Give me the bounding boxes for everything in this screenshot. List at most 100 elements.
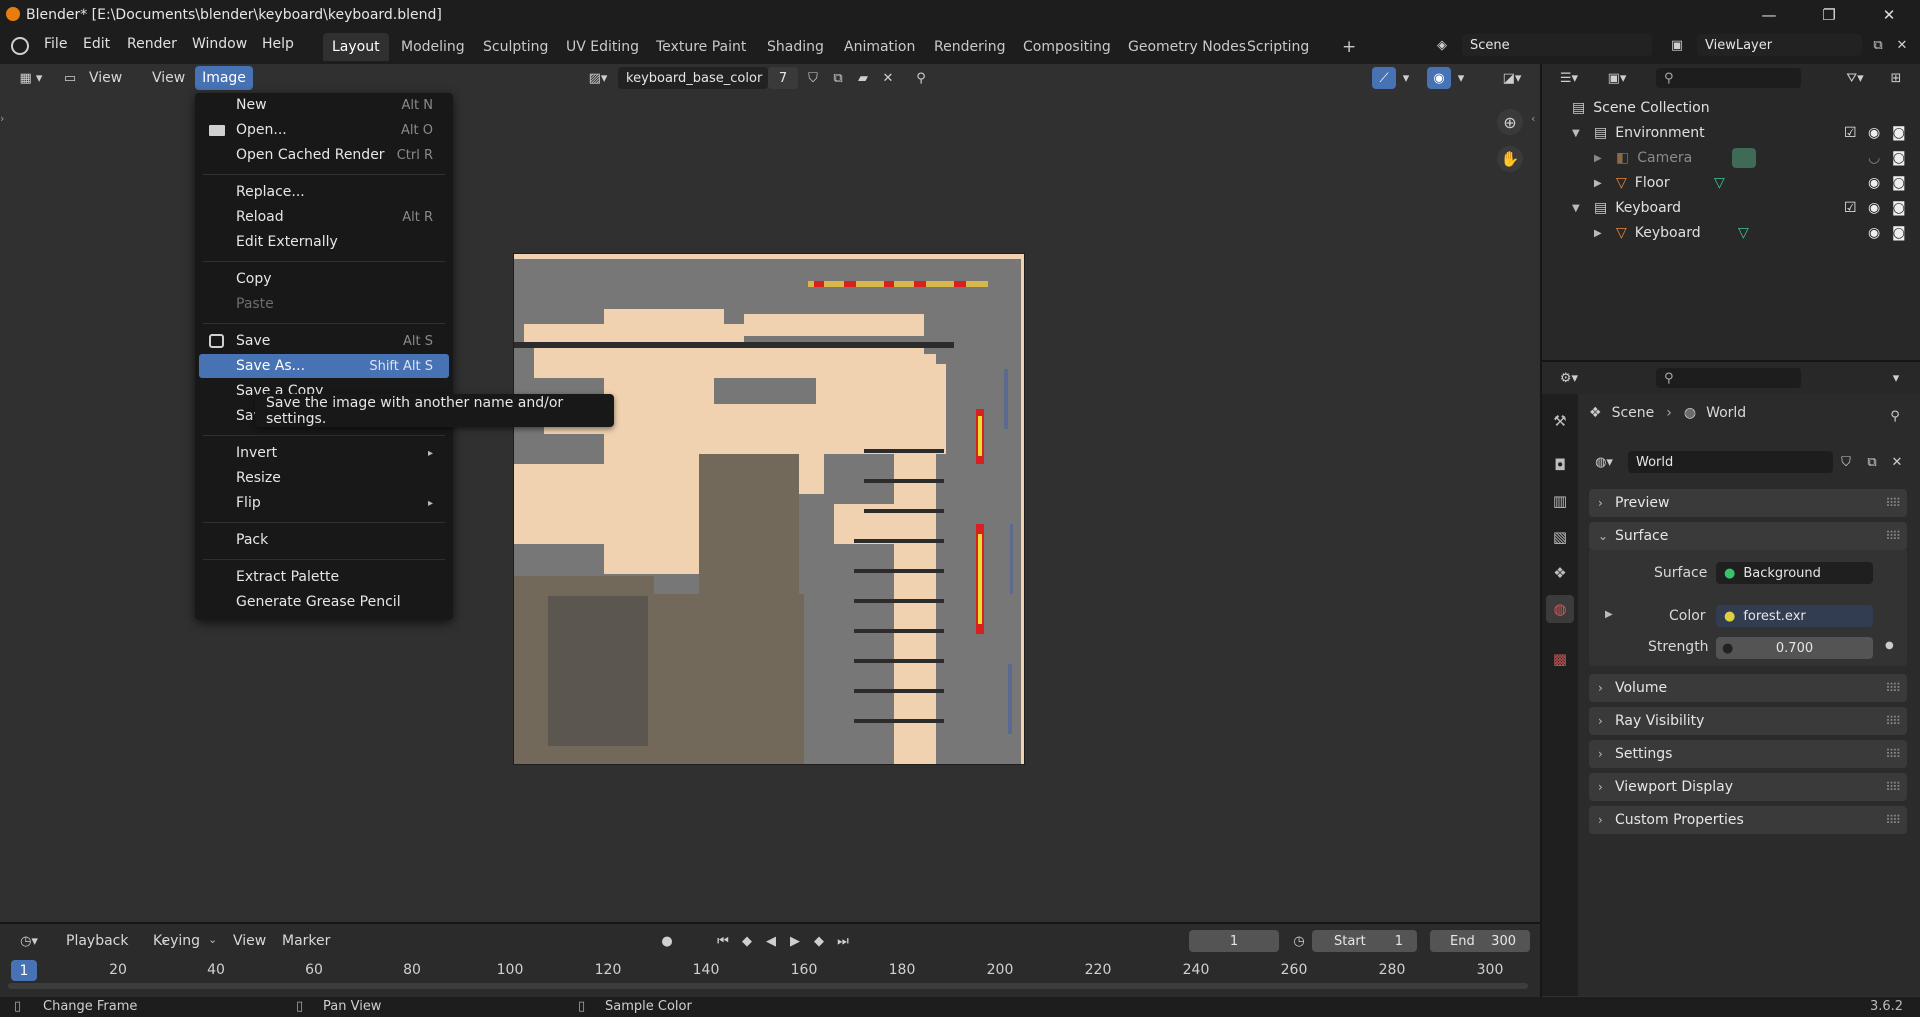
display-mode-dropdown[interactable]: ▣▾ — [1600, 67, 1634, 89]
unlink-world-button[interactable]: ✕ — [1885, 451, 1909, 473]
close-button[interactable]: ✕ — [1866, 0, 1912, 30]
menu-item-new[interactable]: New Alt N — [195, 93, 453, 117]
new-view-layer-button[interactable]: ⧉ — [1866, 34, 1890, 56]
expand-arrow-icon[interactable]: ▶ — [1605, 609, 1613, 620]
start-frame-input[interactable]: Start 1 — [1312, 930, 1417, 952]
scene-icon[interactable]: ❖ — [1546, 559, 1574, 587]
drag-grip-icon[interactable]: ⠿⠿ — [1885, 496, 1901, 510]
maximize-button[interactable]: ❐ — [1806, 0, 1852, 30]
menu-item-reload[interactable]: Reload Alt R — [195, 205, 453, 229]
menu-item-invert[interactable]: Invert ▸ — [195, 441, 453, 465]
scene-selector[interactable]: Scene — [1462, 34, 1652, 56]
menu-item-edit-externally[interactable]: Edit Externally — [195, 230, 453, 254]
panel-ray-visibility[interactable]: › Ray Visibility ⠿⠿ — [1589, 707, 1907, 735]
tab-rendering[interactable]: Rendering — [925, 33, 1015, 61]
tab-compositing[interactable]: Compositing — [1014, 33, 1120, 61]
eye-hidden-icon[interactable]: ◡ — [1868, 150, 1880, 166]
panel-surface[interactable]: ⌄ Surface ⠿⠿ — [1589, 522, 1907, 550]
filter-icon[interactable]: ⛛▾ — [1838, 67, 1872, 89]
open-image-folder-icon[interactable]: ▰ — [851, 67, 875, 89]
tab-texture-paint[interactable]: Texture Paint — [647, 33, 755, 61]
overlay-dropdown[interactable]: ▾ — [1453, 67, 1469, 89]
menu-item-replace[interactable]: Replace... — [195, 180, 453, 204]
unlink-image-button[interactable]: ✕ — [876, 67, 900, 89]
outliner-row-scene-collection[interactable]: ▤ Scene Collection — [1572, 96, 1710, 120]
toolbar-expand-arrow[interactable]: › — [0, 112, 4, 125]
eye-icon[interactable]: ◉ — [1868, 225, 1880, 241]
color-texture-field[interactable]: ● forest.exr — [1716, 605, 1873, 627]
jump-to-end-icon[interactable]: ⏭ — [831, 930, 855, 952]
tab-scripting[interactable]: Scripting — [1238, 33, 1318, 61]
world-browse-button[interactable]: ◍▾ — [1589, 451, 1619, 473]
panel-preview[interactable]: › Preview ⠿⠿ — [1589, 489, 1907, 517]
view-layer-selector[interactable]: ViewLayer — [1697, 34, 1862, 56]
menu-item-flip[interactable]: Flip ▸ — [195, 491, 453, 515]
tab-shading[interactable]: Shading — [758, 33, 833, 61]
menu-render[interactable]: Render — [127, 36, 177, 52]
menu-item-open-cached-render[interactable]: Open Cached Render Ctrl R — [195, 143, 453, 167]
expand-arrow-icon[interactable]: ▼ — [1572, 203, 1594, 214]
world-icon[interactable]: ◍ — [1546, 595, 1574, 623]
menu-help[interactable]: Help — [262, 36, 294, 52]
end-frame-input[interactable]: End 300 — [1430, 930, 1530, 952]
expand-arrow-icon[interactable]: ▼ — [1572, 128, 1594, 139]
menu-edit[interactable]: Edit — [83, 36, 110, 52]
play-reverse-icon[interactable]: ◀ — [759, 930, 783, 952]
jump-to-keyframe-prev-icon[interactable]: ◆ — [735, 930, 759, 952]
outliner-editor-type[interactable]: ☰▾ — [1552, 67, 1586, 89]
menu-item-open[interactable]: Open... Alt O — [195, 118, 453, 142]
play-icon[interactable]: ▶ — [783, 930, 807, 952]
new-collection-button[interactable]: ⊞ — [1884, 67, 1908, 89]
drag-grip-icon[interactable]: ⠿⠿ — [1885, 714, 1901, 728]
view-layer-icon[interactable]: ▧ — [1546, 523, 1574, 551]
menu-view[interactable]: View — [152, 70, 185, 86]
properties-search-input[interactable]: ⚲ — [1656, 368, 1801, 388]
menu-item-save[interactable]: Save Alt S — [195, 329, 453, 353]
outliner-row-camera[interactable]: ▶ ◧ Camera ◡ ◙ — [1594, 146, 1912, 170]
image-canvas[interactable] — [513, 253, 1025, 765]
camera-icon[interactable]: ◙ — [1892, 150, 1906, 166]
expand-arrow-icon[interactable]: ▶ — [1594, 228, 1616, 239]
area-divider[interactable] — [1542, 360, 1920, 362]
tab-sculpting[interactable]: Sculpting — [474, 33, 557, 61]
render-icon[interactable]: ◘ — [1546, 451, 1574, 479]
menu-window[interactable]: Window — [192, 36, 247, 52]
browse-image-button[interactable]: ▨▾ — [583, 67, 613, 89]
menu-timeline-view[interactable]: View — [233, 933, 266, 949]
tool-icon[interactable]: ⚒ — [1546, 407, 1574, 435]
area-divider[interactable] — [1540, 64, 1542, 997]
checkbox-icon[interactable]: ☑ — [1844, 200, 1857, 216]
editor-type-button[interactable]: ▦ ▾ — [14, 67, 48, 89]
playhead-frame-indicator[interactable]: 1 — [11, 960, 37, 981]
menu-image[interactable]: Image — [195, 66, 253, 90]
menu-item-resize[interactable]: Resize — [195, 466, 453, 490]
outliner-search-input[interactable]: ⚲ — [1656, 68, 1801, 88]
eye-icon[interactable]: ◉ — [1868, 125, 1880, 141]
tab-modeling[interactable]: Modeling — [392, 33, 474, 61]
menu-playback[interactable]: Playback — [66, 933, 128, 949]
minimize-button[interactable]: — — [1746, 0, 1792, 30]
texture-icon[interactable]: ▩ — [1546, 645, 1574, 673]
panel-viewport-display[interactable]: › Viewport Display ⠿⠿ — [1589, 773, 1907, 801]
timeline-scrollbar[interactable] — [8, 983, 1528, 989]
expand-arrow-icon[interactable]: ▶ — [1594, 153, 1616, 164]
display-channels-dropdown[interactable]: ◪▾ — [1495, 67, 1529, 89]
drag-grip-icon[interactable]: ⠿⠿ — [1885, 681, 1901, 695]
menu-item-save-as[interactable]: Save As... Shift Alt S — [199, 354, 449, 378]
pin-icon[interactable]: ⚲ — [909, 67, 933, 89]
area-divider[interactable] — [0, 922, 1540, 924]
tab-layout[interactable]: Layout — [323, 33, 389, 61]
camera-icon[interactable]: ◙ — [1892, 125, 1906, 141]
properties-editor-type[interactable]: ⚙▾ — [1552, 367, 1586, 389]
sidebar-expand-arrow[interactable]: ‹ — [1531, 112, 1535, 125]
overlay-toggle-icon[interactable]: ◉ — [1427, 67, 1451, 89]
panel-volume[interactable]: › Volume ⠿⠿ — [1589, 674, 1907, 702]
blender-menu-icon[interactable] — [11, 37, 29, 55]
keyframe-dot-icon[interactable]: ● — [1885, 640, 1894, 651]
scene-icon[interactable]: ◈ — [1430, 34, 1454, 56]
strength-input[interactable]: ● 0.700 — [1716, 637, 1873, 659]
timeline-editor-type[interactable]: ◷▾ — [12, 930, 46, 952]
new-world-button[interactable]: ⧉ — [1860, 451, 1884, 473]
expand-arrow-icon[interactable]: ▶ — [1594, 178, 1616, 189]
drag-grip-icon[interactable]: ⠿⠿ — [1885, 747, 1901, 761]
